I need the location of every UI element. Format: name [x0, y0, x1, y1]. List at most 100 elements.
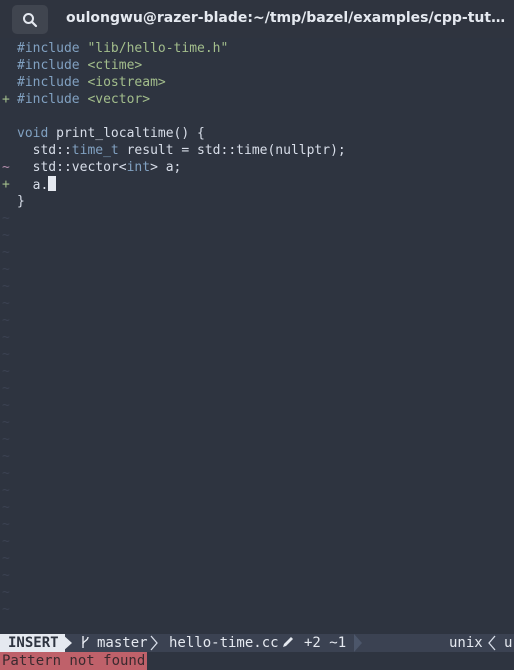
empty-line: ~	[0, 346, 514, 363]
code-line[interactable]: ~ std::vector<int> a;	[0, 159, 514, 176]
window-titlebar: oulongwu@razer-blade:~/tmp/bazel/example…	[0, 0, 514, 38]
chevron-right-icon	[150, 634, 158, 652]
empty-line: ~	[0, 601, 514, 618]
empty-line-marker: ~	[2, 330, 10, 345]
empty-line: ~	[0, 261, 514, 278]
empty-line-marker: ~	[2, 228, 10, 243]
code-text: a.	[17, 176, 57, 194]
diff-summary: +2 ~1	[304, 635, 347, 651]
branch-icon	[80, 634, 90, 652]
statusline-divider	[354, 634, 362, 652]
empty-line: ~	[0, 227, 514, 244]
empty-line: ~	[0, 380, 514, 397]
empty-line: ~	[0, 533, 514, 550]
git-added-sign: +	[2, 92, 10, 107]
code-line[interactable]	[0, 108, 514, 125]
code-line[interactable]: + #include <vector>	[0, 91, 514, 108]
mode-separator	[62, 634, 72, 652]
file-name: hello-time.cc	[169, 635, 279, 651]
empty-line: ~	[0, 244, 514, 261]
empty-line-marker: ~	[2, 585, 10, 600]
code-text: void print_localtime() {	[17, 125, 205, 142]
empty-line-marker: ~	[2, 211, 10, 226]
empty-line-marker: ~	[2, 534, 10, 549]
code-token: #include	[17, 92, 88, 107]
empty-line-marker: ~	[2, 381, 10, 396]
chevron-left-icon	[488, 634, 496, 652]
code-line[interactable]: }	[0, 193, 514, 210]
empty-line-marker: ~	[2, 432, 10, 447]
empty-line-marker: ~	[2, 568, 10, 583]
empty-line: ~	[0, 329, 514, 346]
git-added-sign: +	[2, 177, 10, 192]
empty-line-marker: ~	[2, 449, 10, 464]
code-token: }	[17, 194, 25, 209]
code-token: #include	[17, 41, 88, 56]
code-line[interactable]: + a.	[0, 176, 514, 193]
code-token: int	[126, 160, 151, 175]
empty-line-marker: ~	[2, 245, 10, 260]
empty-line: ~	[0, 295, 514, 312]
mode-indicator: INSERT	[0, 634, 65, 652]
editor-buffer[interactable]: #include "lib/hello-time.h" #include <cti…	[0, 40, 514, 634]
empty-line-marker: ~	[2, 296, 10, 311]
command-line: Pattern not found	[0, 652, 514, 670]
code-text: #include <ctime>	[17, 57, 142, 74]
code-line[interactable]: #include <ctime>	[0, 57, 514, 74]
code-token: void	[17, 126, 49, 141]
code-token: #include	[17, 58, 88, 73]
git-branch: master	[97, 635, 148, 651]
empty-line: ~	[0, 210, 514, 227]
code-token: time_t	[71, 143, 119, 158]
empty-line: ~	[0, 312, 514, 329]
code-token: <ctime>	[87, 58, 143, 73]
empty-line-marker: ~	[2, 262, 10, 277]
code-token: "lib/hello-time.h"	[87, 41, 229, 56]
git-modified-sign: ~	[2, 160, 10, 175]
code-text: }	[17, 193, 25, 210]
code-text: #include <vector>	[17, 91, 150, 108]
empty-line: ~	[0, 567, 514, 584]
file-format: unix	[449, 635, 483, 651]
empty-line-marker: ~	[2, 500, 10, 515]
empty-line: ~	[0, 584, 514, 601]
error-message: Pattern not found	[0, 652, 148, 670]
statusline-overflow: u	[504, 635, 513, 651]
code-token: print_localtime() {	[48, 126, 205, 141]
empty-line: ~	[0, 363, 514, 380]
text-cursor	[48, 176, 57, 191]
empty-line: ~	[0, 516, 514, 533]
empty-line-marker: ~	[2, 364, 10, 379]
empty-line-marker: ~	[2, 279, 10, 294]
code-line[interactable]: #include "lib/hello-time.h"	[0, 40, 514, 57]
empty-line-marker: ~	[2, 313, 10, 328]
empty-line-marker: ~	[2, 517, 10, 532]
statusline: INSERT master hello-time.cc +2 ~1 unix u	[0, 634, 514, 652]
empty-line-marker: ~	[2, 415, 10, 430]
empty-line: ~	[0, 482, 514, 499]
empty-line: ~	[0, 414, 514, 431]
pencil-icon	[281, 634, 295, 652]
search-icon	[23, 12, 38, 27]
empty-line-marker: ~	[2, 602, 10, 617]
code-line[interactable]: #include <iostream>	[0, 74, 514, 91]
code-token: <vector>	[87, 92, 151, 107]
empty-line: ~	[0, 465, 514, 482]
code-token: std::vector<	[17, 160, 127, 175]
empty-line-marker: ~	[2, 551, 10, 566]
code-text: std::time_t result = std::time(nullptr);	[17, 142, 346, 159]
empty-line: ~	[0, 499, 514, 516]
code-line[interactable]: void print_localtime() {	[0, 125, 514, 142]
empty-line-marker: ~	[2, 483, 10, 498]
empty-line: ~	[0, 550, 514, 567]
code-text: std::vector<int> a;	[17, 159, 182, 176]
code-token: > a;	[150, 160, 182, 175]
empty-line: ~	[0, 431, 514, 448]
window-title: oulongwu@razer-blade:~/tmp/bazel/example…	[66, 10, 506, 26]
empty-line: ~	[0, 448, 514, 465]
code-token: result = std::time(nullptr);	[118, 143, 346, 158]
code-token: <iostream>	[87, 75, 166, 90]
code-line[interactable]: std::time_t result = std::time(nullptr);	[0, 142, 514, 159]
empty-line: ~	[0, 397, 514, 414]
search-button[interactable]	[12, 5, 48, 34]
